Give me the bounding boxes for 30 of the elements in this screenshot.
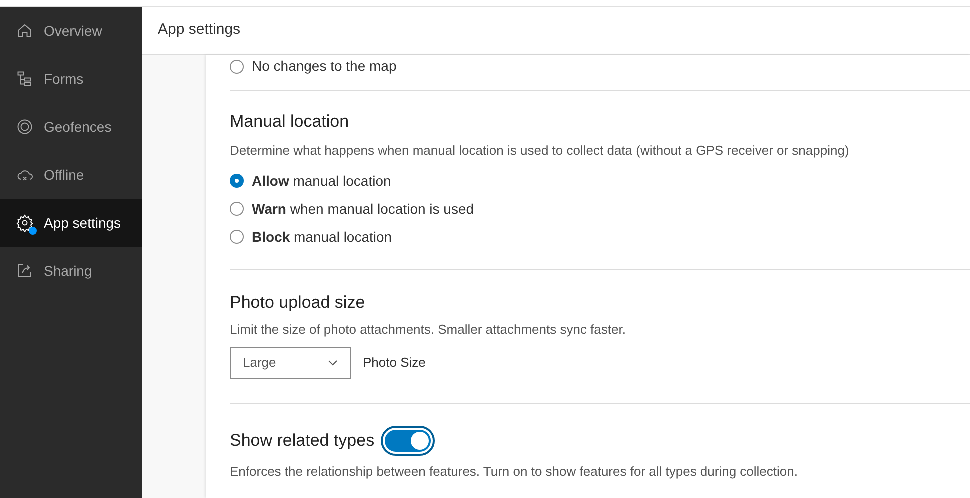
section-title: Photo upload size [230, 292, 366, 314]
sidebar-item[interactable]: Forms [0, 55, 142, 103]
chevron-down-icon [328, 360, 338, 366]
section-description: Determine what happens when manual location is used to collect data (without a GPS receiver or snapping) [230, 142, 850, 160]
radio-label: Block manual location [252, 228, 392, 246]
radio-button[interactable] [230, 174, 244, 188]
sidebar-item[interactable]: Overview [0, 7, 142, 55]
radio-label: Allow manual location [252, 172, 392, 190]
share-icon [16, 262, 34, 280]
radio-label: Warn when manual location is used [252, 200, 474, 218]
page-title: App settings [158, 20, 241, 40]
target-icon [16, 118, 34, 136]
sidebar-item[interactable]: App settings [0, 199, 142, 247]
section-title: Manual location [230, 111, 350, 133]
radio-button[interactable] [230, 202, 244, 216]
section-title: Show related types [230, 430, 375, 452]
toggle-switch[interactable] [380, 426, 435, 456]
section-description: Enforces the relationship between features. Turn on to show features for all types during collection. [230, 463, 799, 481]
size-select[interactable]: Large [230, 347, 351, 379]
hierarchy-icon [16, 70, 34, 88]
sidebar-item[interactable]: Sharing [0, 247, 142, 295]
radio-button[interactable] [230, 60, 244, 74]
section-description: Limit the size of photo attachments. Smaller attachments sync faster. [230, 320, 627, 339]
gear-icon [16, 214, 34, 232]
radio-button[interactable] [230, 230, 244, 244]
home-icon [16, 22, 34, 40]
radio-label: No changes to the map [252, 57, 397, 76]
sidebar-item[interactable]: Geofences [0, 103, 142, 151]
sidebar-item[interactable]: Offline [0, 151, 142, 199]
select-label: Photo Size [363, 354, 426, 372]
